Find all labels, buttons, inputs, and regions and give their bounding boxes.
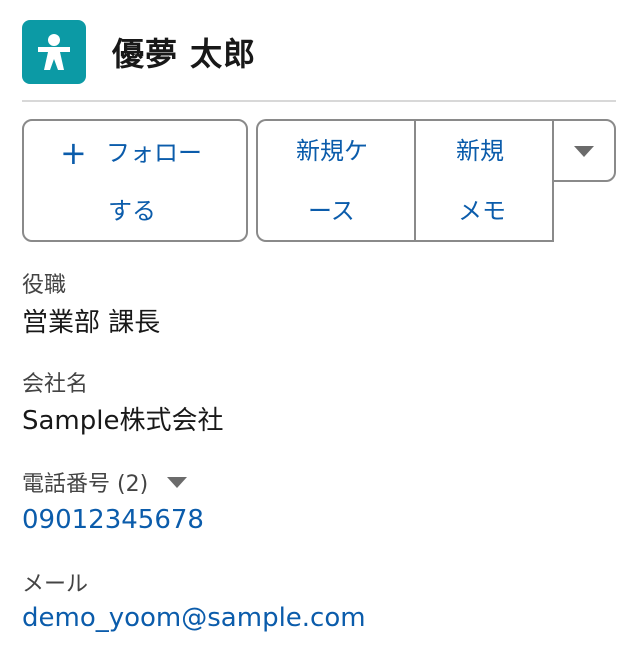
more-actions-button[interactable]: [552, 119, 616, 182]
field-label-phone: 電話番号 (2): [22, 472, 149, 497]
new-case-label-line1: 新規ケ: [296, 137, 368, 165]
field-label-company: 会社名: [22, 372, 89, 397]
new-case-button[interactable]: 新規ケ ース: [258, 121, 414, 240]
phone-dropdown-toggle[interactable]: [164, 470, 190, 494]
follow-button[interactable]: + フォロー する: [22, 119, 248, 242]
follow-label-line2: する: [108, 197, 156, 225]
header-divider: [22, 100, 616, 102]
new-memo-label-line2: メモ: [458, 197, 506, 225]
field-value-company: Sample株式会社: [22, 406, 224, 436]
avatar: [22, 20, 86, 84]
field-label-email: メール: [22, 572, 89, 597]
field-label-title: 役職: [22, 273, 67, 298]
follow-label-line1: フォロー: [106, 139, 202, 167]
phone-link[interactable]: 09012345678: [22, 505, 204, 535]
person-icon: [38, 34, 70, 70]
new-case-label-line2: ース: [308, 197, 355, 225]
new-memo-button[interactable]: 新規 メモ: [416, 121, 552, 240]
record-title: 優夢 太郎: [112, 35, 257, 73]
caret-down-icon: [167, 477, 187, 488]
field-value-title: 営業部 課長: [22, 308, 161, 338]
email-link[interactable]: demo_yoom@sample.com: [22, 603, 366, 633]
caret-down-icon: [574, 146, 594, 157]
record-header: 優夢 太郎: [22, 20, 256, 84]
plus-icon: +: [60, 134, 87, 172]
new-memo-label-line1: 新規: [456, 137, 504, 165]
